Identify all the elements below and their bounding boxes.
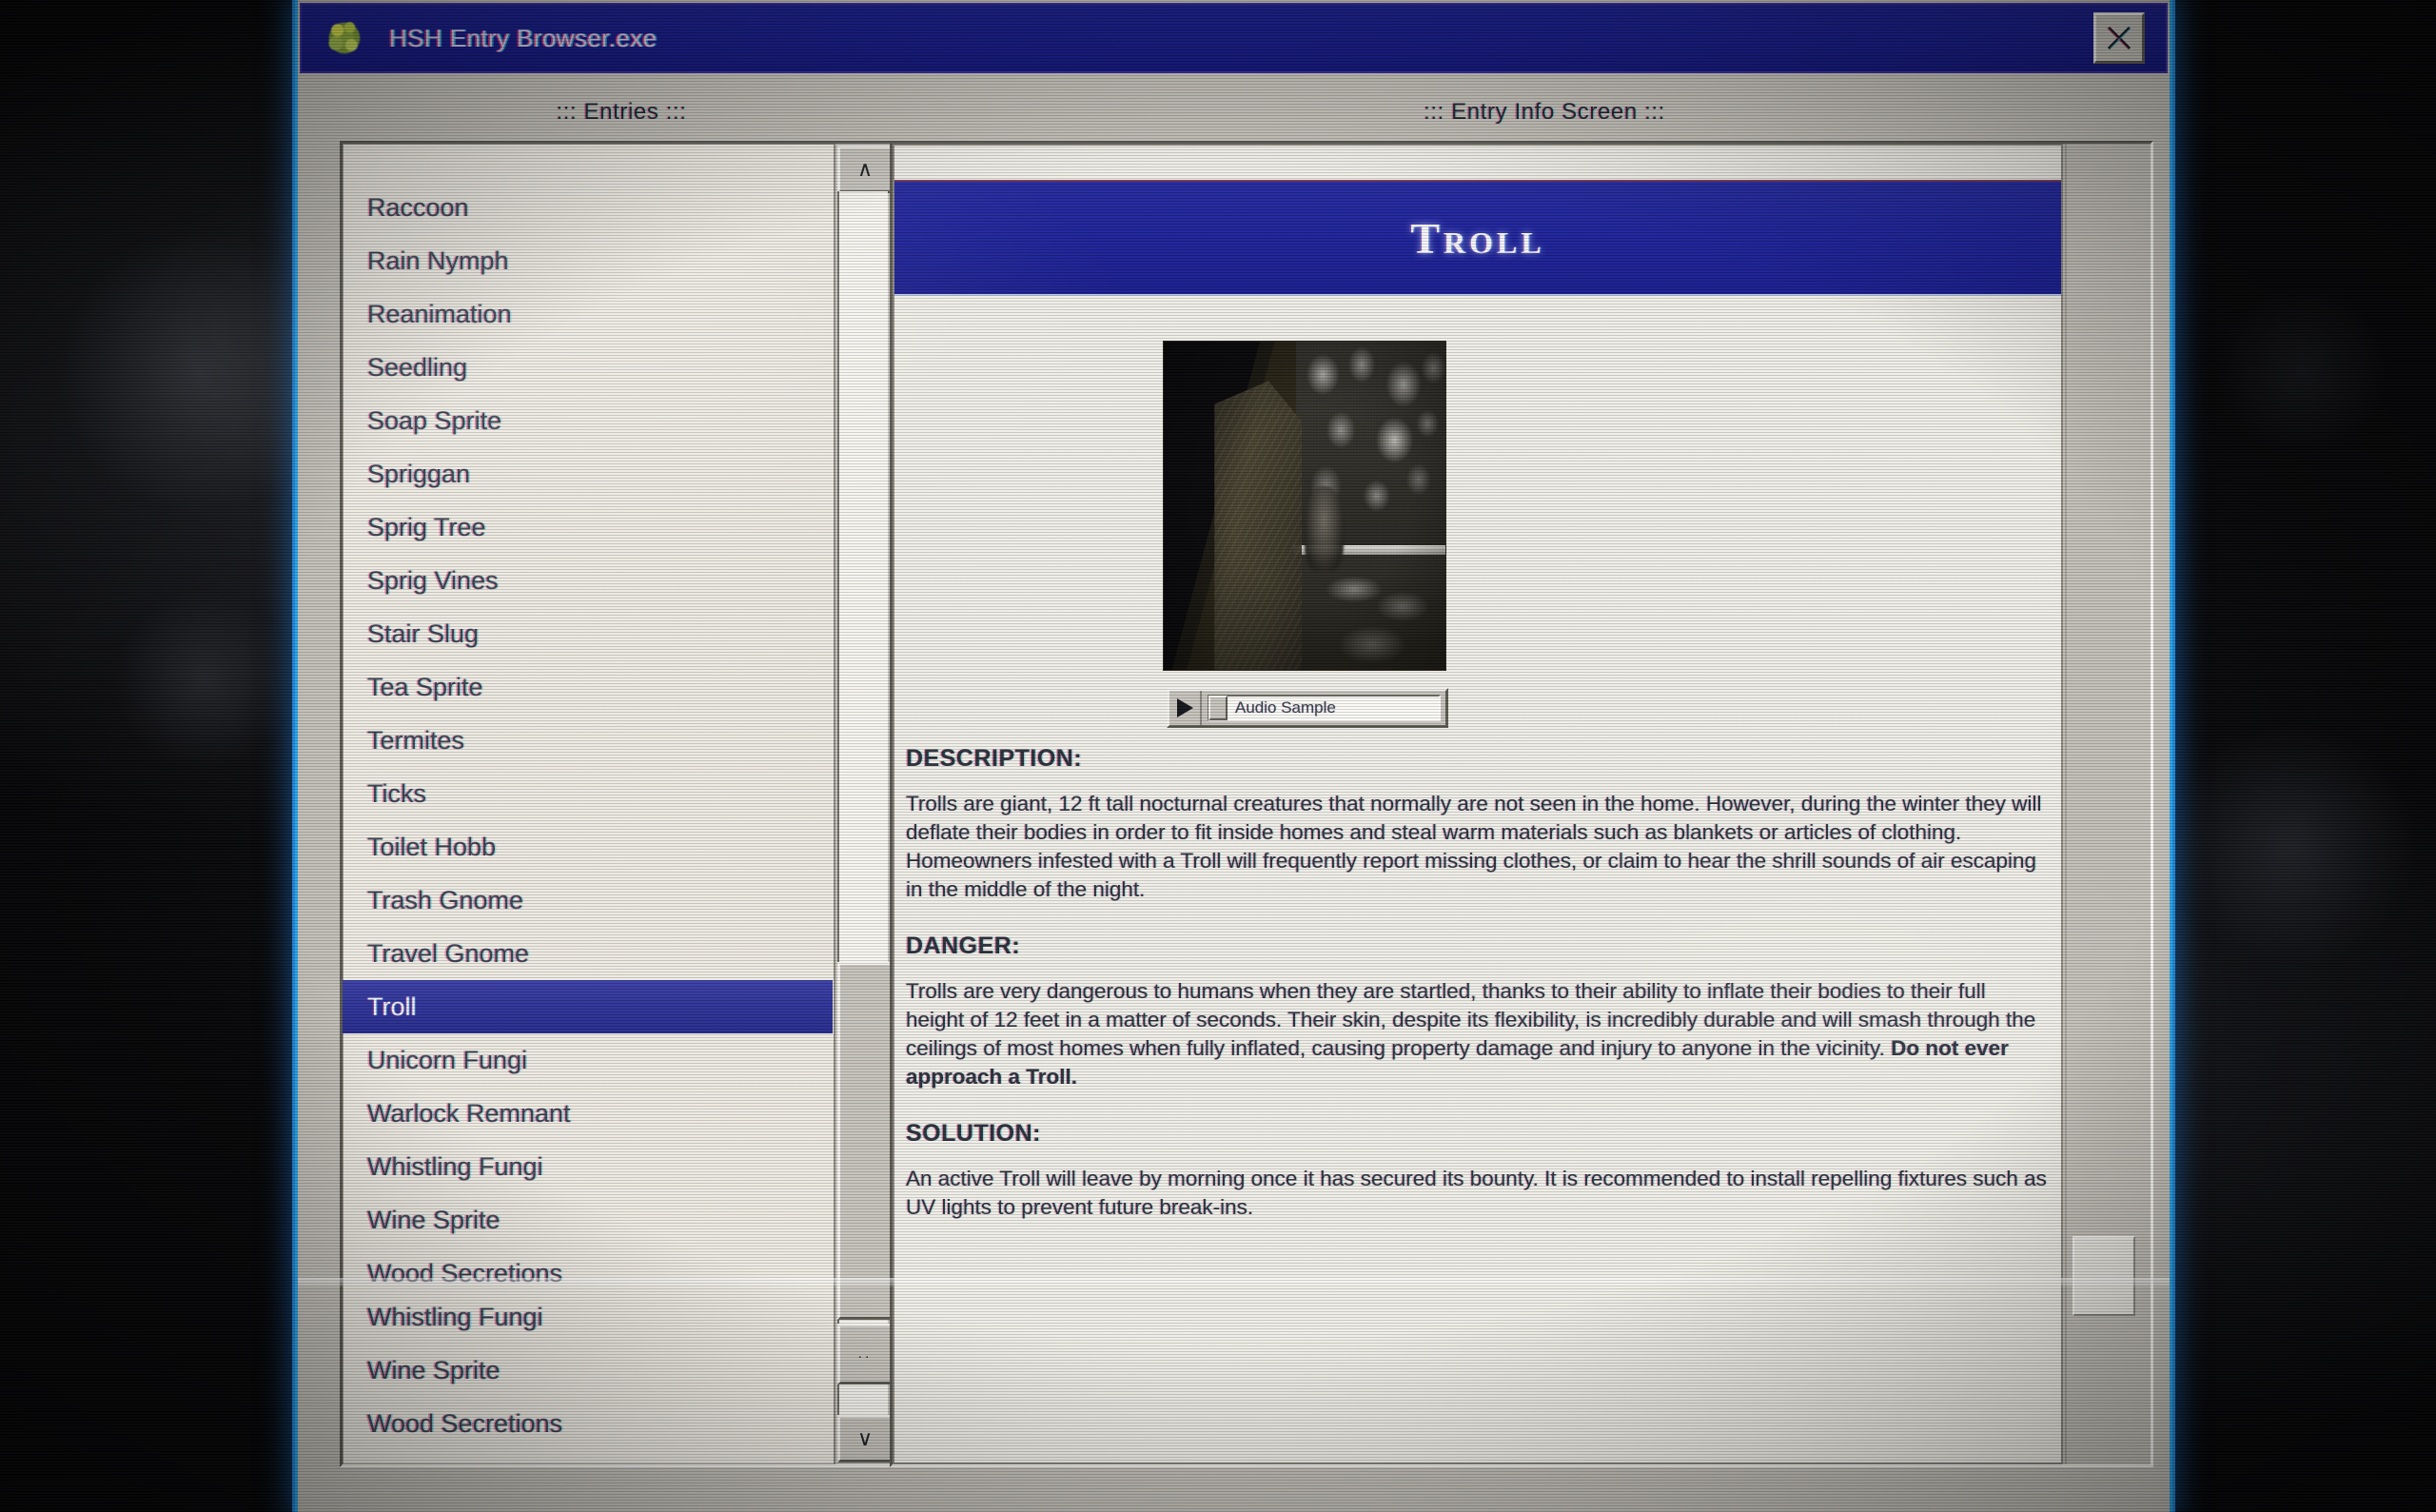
section-body: Trolls are giant, 12 ft tall nocturnal c… <box>906 790 2048 904</box>
entry-list-item[interactable]: Sprig Tree <box>343 501 833 554</box>
screen-glow-4 <box>2217 285 2388 457</box>
section-body-text: Trolls are giant, 12 ft tall nocturnal c… <box>906 792 2042 901</box>
entry-list-item[interactable]: Reanimation <box>343 287 833 341</box>
audio-sample-label: Audio Sample <box>1235 698 1336 717</box>
entries-list-panel: Raccoon Rain Nymph Reanimation Seedling Soap… <box>340 141 893 1467</box>
play-icon <box>1177 698 1193 717</box>
entry-list-item[interactable]: Troll <box>343 980 833 1033</box>
entry-list-item-ghost: Wine Sprite <box>367 1356 501 1384</box>
audio-slider-handle[interactable] <box>1208 696 1228 720</box>
entry-list-item[interactable]: Trash Gnome <box>343 874 833 927</box>
application-window: HSH Entry Browser.exe ::: Entries ::: ::… <box>295 0 2172 1512</box>
brain-orb-icon <box>323 16 366 60</box>
scrollbar-thumb-ghost[interactable]: .. <box>837 1324 890 1384</box>
entry-list-item[interactable]: Sprig Vines <box>343 554 833 607</box>
section-body-text: Trolls are very dangerous to humans when… <box>906 979 2036 1060</box>
info-scrollbar[interactable] <box>2065 144 2151 1464</box>
entry-list-item[interactable]: Tea Sprite <box>343 660 833 714</box>
section-body: Trolls are very dangerous to humans when… <box>906 977 2048 1091</box>
entry-title: Troll <box>1410 213 1545 263</box>
screen-glow-3 <box>2170 723 2417 971</box>
title-bar[interactable]: HSH Entry Browser.exe <box>300 3 2168 73</box>
entry-list-item[interactable]: Warlock Remnant <box>343 1087 833 1140</box>
entry-list-item[interactable]: Wine Sprite <box>343 1193 833 1247</box>
audio-player[interactable]: Audio Sample <box>1167 688 1448 728</box>
window-title: HSH Entry Browser.exe <box>389 23 658 52</box>
entry-list-item[interactable]: Seedling <box>343 341 833 394</box>
info-scrollbar-thumb[interactable] <box>2073 1236 2135 1316</box>
entry-list-item-ghost: Wood Secretions <box>367 1409 563 1438</box>
screen-glow-2 <box>114 590 295 771</box>
photo-vignette <box>1164 342 1445 670</box>
entry-list-item[interactable]: Whistling Fungi <box>343 1140 833 1193</box>
scroll-down-button[interactable]: ∨ <box>837 1415 890 1463</box>
close-button[interactable] <box>2093 12 2145 64</box>
info-panel-caption: ::: Entry Info Screen ::: <box>1424 99 1665 125</box>
scrollbar-thumb[interactable] <box>837 962 890 1320</box>
entry-body-text: DESCRIPTION: Trolls are giant, 12 ft tall… <box>906 745 2048 1250</box>
entry-title-banner: Troll <box>894 180 2061 296</box>
section-body: An active Troll will leave by morning on… <box>906 1165 2048 1222</box>
entry-list-item[interactable]: Ticks <box>343 767 833 820</box>
entry-list-item[interactable]: Unicorn Fungi <box>343 1033 833 1087</box>
section-heading: DANGER: <box>906 933 1021 959</box>
play-button[interactable] <box>1169 691 1202 725</box>
entry-list-item[interactable]: Toilet Hobb <box>343 820 833 874</box>
section-heading: SOLUTION: <box>906 1120 1041 1147</box>
entry-photo <box>1164 342 1445 670</box>
entry-list-item[interactable]: Stair Slug <box>343 607 833 660</box>
entries-list[interactable]: Raccoon Rain Nymph Reanimation Seedling Soap… <box>343 144 833 1464</box>
entry-info-panel: Troll Audio Sample DESCRIPTION: Trolls a… <box>890 141 2153 1467</box>
entry-list-item[interactable]: Raccoon <box>343 181 833 234</box>
entry-info-content: Troll Audio Sample DESCRIPTION: Trolls a… <box>893 144 2063 1464</box>
entries-scrollbar[interactable]: ∧ .. ∨ <box>834 144 890 1464</box>
audio-slider-track[interactable]: Audio Sample <box>1208 695 1441 721</box>
entry-list-item[interactable]: Spriggan <box>343 447 833 501</box>
entries-panel-caption: ::: Entries ::: <box>556 99 687 125</box>
close-icon <box>2106 26 2132 50</box>
section-body-text: An active Troll will leave by morning on… <box>906 1167 2047 1219</box>
entry-list-item-ghost: Whistling Fungi <box>367 1303 543 1331</box>
entry-list-item[interactable]: Travel Gnome <box>343 927 833 980</box>
section-heading: DESCRIPTION: <box>906 745 1083 772</box>
entry-list-item[interactable]: Soap Sprite <box>343 394 833 447</box>
entry-list-item[interactable]: Rain Nymph <box>343 234 833 287</box>
entry-list-item[interactable]: Termites <box>343 714 833 767</box>
scroll-up-button[interactable]: ∧ <box>837 146 890 193</box>
